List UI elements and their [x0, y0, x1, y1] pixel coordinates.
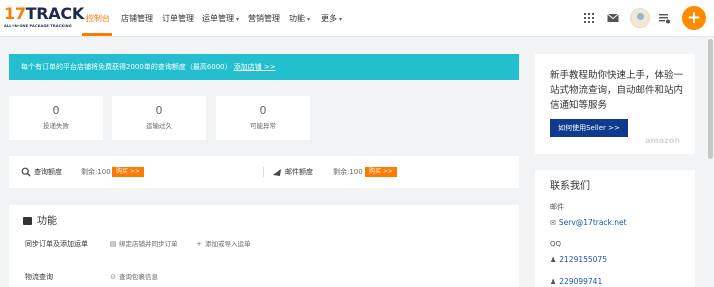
query-quota-label: 查询额度 [34, 168, 62, 176]
nav-item-label: 功能 [289, 14, 305, 23]
query-package-info-link[interactable]: ⊙ 查询包裹信息 [109, 271, 158, 283]
stat-value: 0 [155, 104, 163, 117]
divider [263, 167, 264, 177]
logo[interactable]: 17TRACK ALL-IN-ONE PACKAGE TRACKING [4, 4, 84, 33]
action-label: 查询包裹信息 [119, 273, 158, 281]
functions-panel: 功能 同步订单及添加运单 ▤ 绑定店铺并同步订单 + 添加或导入运单 物流查询 ⊙ 查… [9, 205, 519, 287]
quota-bar: 查询额度 剩余:100 购买 >> 邮件额度 剩余:100 购买 >> [9, 156, 519, 188]
stat-card-delivery-failed[interactable]: 0 投递失败 [9, 96, 103, 140]
add-icon[interactable]: + [682, 6, 706, 30]
stat-card-possible-exception[interactable]: 0 可能异常 [216, 96, 310, 140]
avatar[interactable] [630, 8, 650, 28]
stat-value: 0 [52, 104, 60, 117]
stat-value: 0 [259, 104, 267, 117]
nav-item-label: 控制台 [86, 14, 110, 23]
logo-brand-number: 17 [4, 4, 26, 23]
apps-grid-icon[interactable] [582, 11, 596, 25]
logo-tagline: ALL-IN-ONE PACKAGE TRACKING [4, 24, 72, 28]
buy-email-quota-button[interactable]: 购买 >> [365, 167, 397, 177]
functions-title: 功能 [37, 216, 57, 227]
contact-card: 联系我们 邮件 ✉ Serv@17track.net QQ ♟ 2129155075… [535, 170, 695, 287]
nav-item-label: 运单管理 [202, 14, 234, 23]
nav-item-store-management[interactable]: 店铺管理 [121, 10, 153, 28]
contact-title: 联系我们 [550, 181, 590, 192]
amazon-watermark: amazon [645, 136, 680, 145]
contact-email-link[interactable]: ✉ Serv@17track.net [550, 218, 627, 228]
mail-icon[interactable] [606, 11, 620, 25]
active-nav-indicator [82, 33, 112, 36]
add-store-link[interactable]: 添加店铺 >> [234, 63, 276, 71]
add-import-shipment-link[interactable]: + 添加或导入运单 [195, 238, 251, 250]
announcement-text: 每个有订单的平台店铺将免费获得2000单的查询额度（最高6000） [21, 63, 232, 71]
search-quota-icon [21, 167, 31, 177]
envelope-icon: ✉ [550, 219, 556, 227]
nav-item-more[interactable]: 更多 ▾ [321, 10, 342, 28]
email-label: 邮件 [550, 203, 564, 211]
chevron-down-icon: ▾ [307, 16, 311, 23]
nav-item-label: 店铺管理 [121, 14, 153, 23]
qq-number: 2129155075 [559, 255, 607, 264]
contact-qq-link[interactable]: ♟ 2129155075 [550, 255, 607, 265]
top-navigation-bar: 17TRACK ALL-IN-ONE PACKAGE TRACKING 控制台 … [0, 0, 714, 37]
contact-email-text: Serv@17track.net [558, 218, 627, 227]
email-quota-label: 邮件额度 [285, 168, 313, 176]
buy-query-quota-button[interactable]: 购买 >> [112, 167, 144, 177]
page-scrollbar[interactable] [707, 37, 714, 287]
stat-card-transit-too-long[interactable]: 0 运输过久 [112, 96, 206, 140]
tutorial-text: 新手教程助你快速上手，体验一站式物流查询，自动邮件和站内信通知等服务 [550, 70, 684, 111]
nav-item-shipment-management[interactable]: 运单管理 ▾ [202, 10, 239, 28]
tutorial-card: 新手教程助你快速上手，体验一站式物流查询，自动邮件和站内信通知等服务 如何使用S… [535, 54, 695, 154]
chevron-down-icon: ▾ [236, 16, 240, 23]
announcement-banner: 每个有订单的平台店铺将免费获得2000单的查询额度（最高6000） 添加店铺 >> [9, 54, 519, 80]
nav-item-label: 订单管理 [162, 14, 194, 23]
qq-label: QQ [550, 240, 562, 248]
logo-brand-text: TRACK [25, 4, 85, 23]
scrollbar-thumb[interactable] [708, 39, 713, 159]
email-quota-remaining: 剩余:100 [333, 168, 363, 176]
nav-item-label: 营销管理 [248, 14, 280, 23]
how-to-use-seller-button[interactable]: 如何使用Seller >> [550, 119, 628, 137]
action-label: 绑定店铺并同步订单 [119, 240, 178, 248]
task-list-icon[interactable] [657, 11, 671, 25]
nav-item-features[interactable]: 功能 ▾ [289, 10, 310, 28]
features-icon [23, 217, 32, 225]
stat-label: 投递失败 [43, 122, 69, 130]
query-quota-remaining: 剩余:100 [81, 168, 111, 176]
nav-item-dashboard[interactable]: 控制台 [86, 10, 110, 28]
bind-store-sync-orders-link[interactable]: ▤ 绑定店铺并同步订单 [109, 238, 178, 250]
function-row-label: 物流查询 [25, 273, 53, 281]
nav-item-order-management[interactable]: 订单管理 [162, 10, 194, 28]
contact-qq-link[interactable]: ♟ 229099741 [550, 277, 602, 287]
qq-number: 229099741 [559, 277, 603, 286]
email-quota-icon [273, 169, 281, 176]
nav-item-label: 更多 [321, 14, 337, 23]
function-row-label: 同步订单及添加运单 [25, 240, 88, 248]
action-label: 添加或导入运单 [205, 240, 251, 248]
chevron-down-icon: ▾ [339, 16, 343, 23]
qq-icon: ♟ [550, 278, 557, 286]
stat-label: 运输过久 [146, 122, 172, 130]
qq-icon: ♟ [550, 256, 557, 264]
plus-icon: + [196, 240, 202, 248]
stat-label: 可能异常 [250, 122, 276, 130]
store-icon: ▤ [109, 240, 117, 248]
search-icon: ⊙ [110, 273, 116, 281]
nav-item-marketing-management[interactable]: 营销管理 [248, 10, 280, 28]
logo-wordmark: 17TRACK [4, 4, 84, 23]
